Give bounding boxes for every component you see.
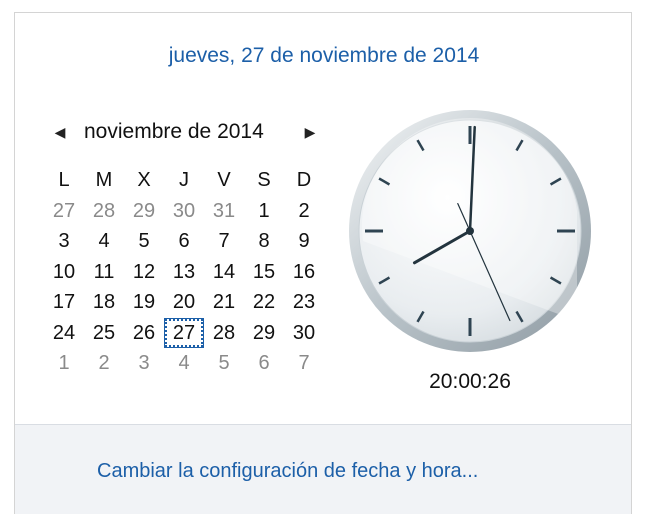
calendar-day[interactable]: 12 bbox=[124, 257, 164, 288]
calendar-day[interactable]: 26 bbox=[124, 318, 164, 349]
calendar-day[interactable]: 7 bbox=[204, 226, 244, 257]
weekday-header: D bbox=[296, 169, 312, 191]
clock-face-icon bbox=[349, 110, 591, 352]
calendar-day[interactable]: 3 bbox=[124, 348, 164, 379]
calendar-day[interactable]: 22 bbox=[244, 287, 284, 318]
calendar-day[interactable]: 25 bbox=[84, 318, 124, 349]
calendar-day[interactable]: 28 bbox=[84, 196, 124, 227]
analog-clock bbox=[347, 108, 593, 354]
weekday-header: M bbox=[95, 169, 113, 191]
calendar-day[interactable]: 13 bbox=[164, 257, 204, 288]
calendar-day[interactable]: 16 bbox=[284, 257, 324, 288]
digital-time: 20:00:26 bbox=[429, 370, 511, 393]
calendar-grid: L M X J V S D 27 28 29 30 31 1 2 3 4 5 6 7 8 9 10 11 12 13 14 15 16… bbox=[44, 165, 324, 379]
calendar-day[interactable]: 3 bbox=[44, 226, 84, 257]
weekday-header: S bbox=[257, 169, 271, 191]
calendar-day[interactable]: 8 bbox=[244, 226, 284, 257]
calendar-day[interactable]: 7 bbox=[284, 348, 324, 379]
weekday-header: V bbox=[217, 169, 231, 191]
calendar-day[interactable]: 4 bbox=[84, 226, 124, 257]
calendar-day[interactable]: 9 bbox=[284, 226, 324, 257]
next-month-icon[interactable]: ▶ bbox=[300, 120, 320, 144]
calendar-day[interactable]: 28 bbox=[204, 318, 244, 349]
calendar-day[interactable]: 24 bbox=[44, 318, 84, 349]
calendar-day[interactable]: 23 bbox=[284, 287, 324, 318]
calendar-day[interactable]: 1 bbox=[44, 348, 84, 379]
calendar-day[interactable]: 18 bbox=[84, 287, 124, 318]
calendar-day[interactable]: 5 bbox=[124, 226, 164, 257]
calendar-day[interactable]: 20 bbox=[164, 287, 204, 318]
calendar-day[interactable]: 29 bbox=[124, 196, 164, 227]
calendar-header: ◀ noviembre de 2014 ▶ bbox=[50, 118, 320, 148]
calendar-day[interactable]: 14 bbox=[204, 257, 244, 288]
calendar-day[interactable]: 30 bbox=[164, 196, 204, 227]
weekday-header: X bbox=[137, 169, 151, 191]
calendar-day-today[interactable]: 27 bbox=[164, 318, 204, 349]
calendar-day[interactable]: 1 bbox=[244, 196, 284, 227]
calendar-day[interactable]: 15 bbox=[244, 257, 284, 288]
calendar-day[interactable]: 11 bbox=[84, 257, 124, 288]
calendar-day[interactable]: 31 bbox=[204, 196, 244, 227]
calendar-day[interactable]: 2 bbox=[284, 196, 324, 227]
calendar-day[interactable]: 27 bbox=[44, 196, 84, 227]
calendar-day[interactable]: 6 bbox=[164, 226, 204, 257]
previous-month-icon[interactable]: ◀ bbox=[50, 120, 70, 144]
month-year-label[interactable]: noviembre de 2014 bbox=[84, 118, 290, 146]
calendar-day[interactable]: 6 bbox=[244, 348, 284, 379]
calendar-day[interactable]: 4 bbox=[164, 348, 204, 379]
calendar-day[interactable]: 10 bbox=[44, 257, 84, 288]
calendar-day[interactable]: 2 bbox=[84, 348, 124, 379]
calendar-day[interactable]: 5 bbox=[204, 348, 244, 379]
calendar-day[interactable]: 30 bbox=[284, 318, 324, 349]
calendar-day[interactable]: 19 bbox=[124, 287, 164, 318]
weekday-header: L bbox=[58, 169, 70, 191]
clock-center-pin bbox=[466, 227, 474, 235]
calendar-day[interactable]: 29 bbox=[244, 318, 284, 349]
weekday-header: J bbox=[179, 169, 189, 191]
long-date-link[interactable]: jueves, 27 de noviembre de 2014 bbox=[0, 44, 648, 68]
change-date-time-settings-link[interactable]: Cambiar la configuración de fecha y hora… bbox=[97, 460, 478, 483]
calendar-day[interactable]: 21 bbox=[204, 287, 244, 318]
footer-bar: Cambiar la configuración de fecha y hora… bbox=[15, 424, 631, 514]
calendar-day[interactable]: 17 bbox=[44, 287, 84, 318]
